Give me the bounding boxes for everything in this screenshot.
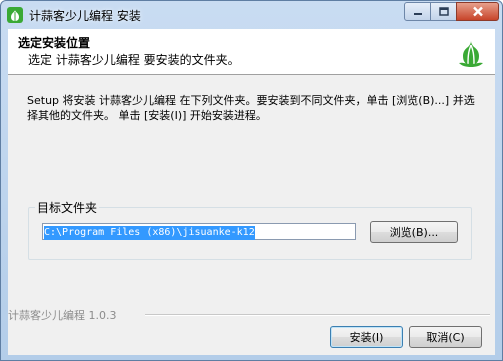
destination-folder-group: 目标文件夹 C:\Program Files (x86)\jisuanke-k1… <box>28 199 472 260</box>
install-button[interactable]: 安装(I) <box>330 326 403 348</box>
page-subtitle: 选定 计蒜客少儿编程 要安装的文件夹。 <box>28 53 240 67</box>
minimize-button[interactable] <box>404 2 431 21</box>
close-button[interactable] <box>456 2 499 21</box>
cancel-button[interactable]: 取消(C) <box>409 326 482 348</box>
destination-folder-label: 目标文件夹 <box>35 199 100 216</box>
title-bar[interactable]: 计蒜客少儿编程 安装 <box>1 1 502 29</box>
installer-window: 计蒜客少儿编程 安装 选定安装位置 选定 计蒜客少儿编程 要安装的文件夹。 Se… <box>0 0 503 361</box>
maximize-icon <box>438 7 449 16</box>
garlic-logo-icon <box>459 41 483 67</box>
browse-button[interactable]: 浏览(B)... <box>370 221 458 243</box>
minimize-icon <box>413 12 422 15</box>
page-header: 选定安装位置 选定 计蒜客少儿编程 要安装的文件夹。 <box>8 29 495 75</box>
footer-divider <box>145 314 490 316</box>
window-title: 计蒜客少儿编程 安装 <box>29 9 141 23</box>
close-icon <box>472 6 483 17</box>
maximize-button[interactable] <box>430 2 457 21</box>
destination-path-input[interactable]: C:\Program Files (x86)\jisuanke-k12 <box>42 223 356 240</box>
intro-text: Setup 将安装 计蒜客少儿编程 在下列文件夹。要安装到不同文件夹，单击 [浏… <box>27 94 475 122</box>
garlic-icon <box>7 7 23 23</box>
dialog-client-area: 选定安装位置 选定 计蒜客少儿编程 要安装的文件夹。 Setup 将安装 计蒜客… <box>8 29 495 355</box>
brand-version-text: 计蒜客少儿编程 1.0.3 <box>8 309 117 322</box>
page-title: 选定安装位置 <box>18 36 91 50</box>
destination-path-value: C:\Program Files (x86)\jisuanke-k12 <box>44 226 255 240</box>
